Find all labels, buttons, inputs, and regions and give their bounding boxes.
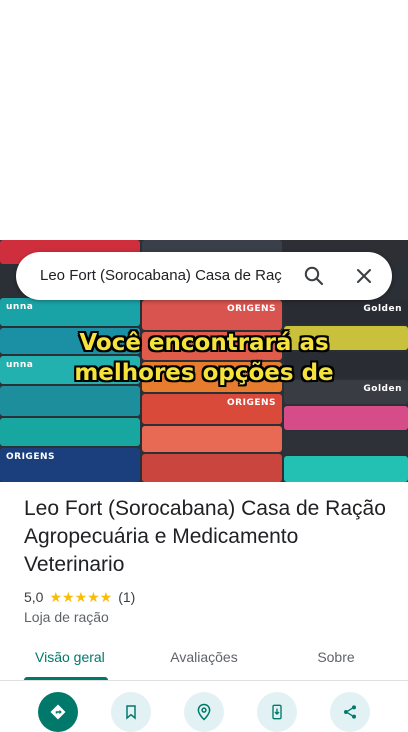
directions-icon [50, 704, 66, 720]
search-bar[interactable]: Leo Fort (Sorocabana) Casa de Raç [16, 252, 392, 300]
send-to-phone-icon [272, 704, 282, 720]
rating-row[interactable]: 5,0 ★★★★★ (1) [24, 588, 135, 606]
close-icon[interactable] [352, 264, 376, 288]
place-title: Leo Fort (Sorocabana) Casa de Ração Agro… [24, 497, 386, 576]
star-rating-icon: ★★★★★ [49, 588, 113, 605]
save-bookmark-icon [126, 705, 136, 720]
search-icon[interactable] [302, 264, 326, 288]
nearby-icon [197, 703, 211, 721]
caption-line-2: melhores opções de [74, 360, 334, 386]
search-input[interactable]: Leo Fort (Sorocabana) Casa de Raç [40, 252, 290, 300]
blank-top-area [0, 0, 408, 240]
review-count: (1) [118, 589, 136, 605]
tab-about[interactable]: Sobre [296, 638, 376, 680]
caption-line-1: Você encontrará as [79, 330, 329, 356]
tab-overview[interactable]: Visão geral [24, 638, 131, 680]
share-button[interactable] [330, 692, 370, 732]
action-buttons [0, 692, 408, 732]
photo-caption: Você encontrará as melhores opções de [0, 328, 408, 388]
tab-reviews[interactable]: Avaliações [150, 638, 258, 680]
send-to-phone-button[interactable] [257, 692, 297, 732]
save-button[interactable] [111, 692, 151, 732]
nearby-button[interactable] [184, 692, 224, 732]
share-icon [344, 705, 356, 719]
directions-button[interactable] [38, 692, 78, 732]
place-category[interactable]: Loja de ração [24, 609, 109, 625]
place-tabs: Visão geral Avaliações Sobre [0, 638, 408, 681]
rating-value: 5,0 [24, 589, 44, 605]
active-tab-indicator [24, 677, 108, 680]
